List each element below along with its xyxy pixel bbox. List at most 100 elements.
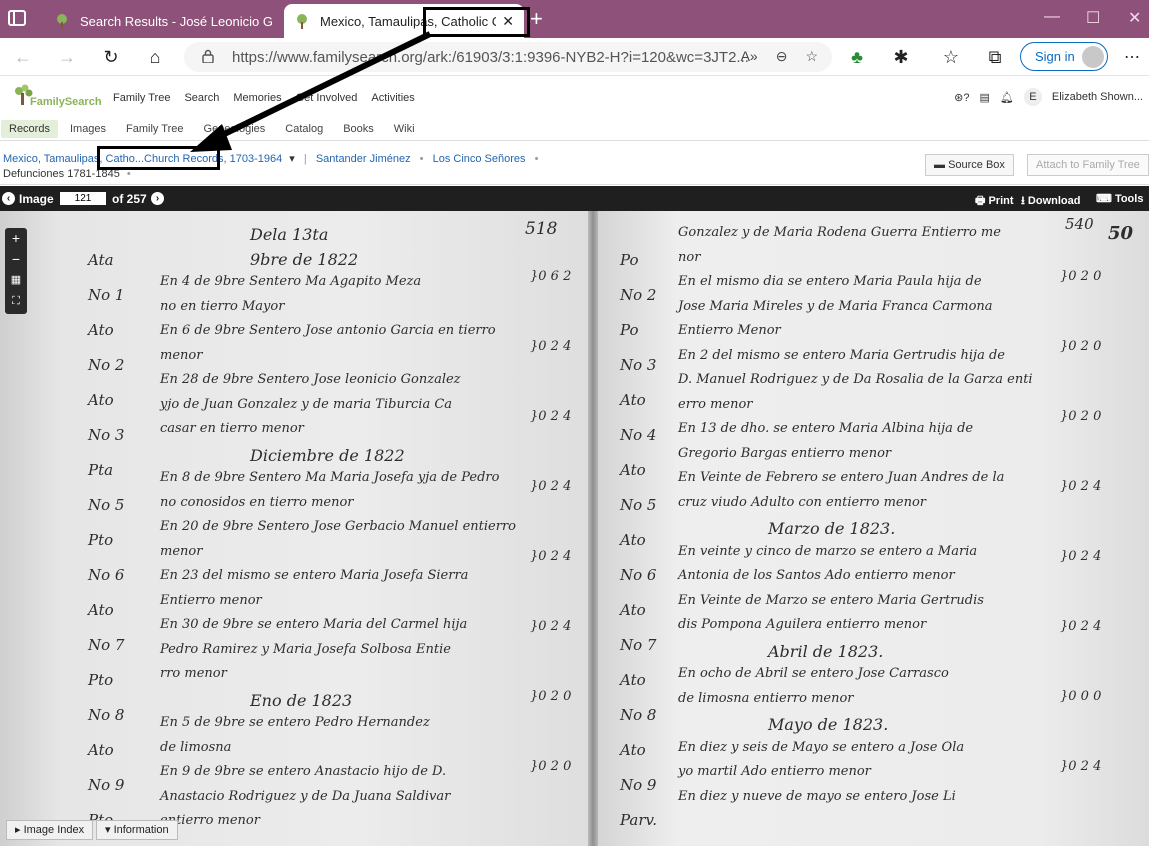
register-margin-label: No 2 — [88, 356, 125, 374]
register-line: En 28 de 9bre Sentero Jose leonicio Gonz… — [160, 372, 461, 387]
register-margin-label: No 9 — [620, 776, 657, 794]
familysearch-extension-icon[interactable]: ♣ — [846, 46, 868, 68]
browser-tab-search-results[interactable]: Search Results - José Leonicio Go — [44, 4, 282, 38]
subtab-family-tree[interactable]: Family Tree — [118, 120, 191, 138]
register-line: Abril de 1823. — [768, 641, 884, 661]
search-subtabs: Records Images Family Tree Genealogies C… — [0, 117, 1149, 141]
user-initial-avatar[interactable]: E — [1023, 88, 1042, 106]
register-line: Dela 13ta — [250, 225, 329, 244]
extensions-puzzle-icon[interactable]: ✱ — [890, 46, 912, 68]
tab-actions-icon[interactable] — [8, 10, 26, 26]
register-line: dis Pompona Aguilera entierro menor — [678, 617, 927, 632]
register-margin-label: Ato — [620, 601, 646, 619]
zoom-controls: + − ▦ ⛶ — [5, 228, 27, 314]
source-box-button[interactable]: ▬ Source Box — [925, 154, 1014, 176]
register-fee-value: }0 0 0 — [1060, 689, 1102, 704]
image-total: of 257 — [112, 192, 147, 206]
home-icon[interactable]: ⌂ — [144, 46, 166, 68]
messages-icon[interactable]: ▤ — [980, 91, 990, 104]
image-index-tab[interactable]: ▸ Image Index — [6, 820, 94, 840]
download-button[interactable]: ⭳ Download — [1021, 192, 1080, 211]
register-line: de limosna entierro menor — [678, 690, 854, 706]
forward-arrow-icon[interactable]: → — [56, 46, 78, 68]
register-line: En 8 de 9bre Sentero Ma Maria Josefa yja… — [160, 470, 500, 485]
document-image-viewer[interactable]: Dela 13ta 9bre de 1822 En 4 de 9bre Senter… — [0, 211, 1149, 846]
information-tab[interactable]: ▾ Information — [96, 820, 178, 840]
register-fee-value: }0 2 0 — [1060, 339, 1102, 354]
attach-label: Attach to Family Tree — [1036, 159, 1140, 171]
subtab-books[interactable]: Books — [335, 120, 382, 138]
image-label: Image — [19, 192, 54, 206]
tools-button[interactable]: ⌨ Tools — [1096, 192, 1143, 205]
notifications-bell-icon[interactable]: 🔔︎ — [1000, 91, 1014, 104]
register-line: En diez y seis de Mayo se entero a Jose … — [678, 739, 965, 755]
register-line: Anastacio Rodriguez y de Da Juana Saldiv… — [160, 788, 451, 804]
register-line: yjo de Juan Gonzalez y de maria Tiburcia… — [160, 396, 453, 412]
register-margin-label: Ato — [88, 321, 114, 339]
register-line: Mayo de 1823. — [768, 715, 889, 734]
download-label: Download — [1027, 195, 1081, 207]
breadcrumb-cinco-senores-link[interactable]: Los Cinco Señores — [433, 153, 526, 165]
register-line: En 9 de 9bre se entero Anastacio hijo de… — [160, 764, 447, 779]
familysearch-tree-icon — [297, 14, 307, 29]
user-name[interactable]: Elizabeth Shown... — [1052, 91, 1143, 103]
help-icon[interactable]: ⊛? — [954, 91, 969, 104]
read-aloud-icon[interactable]: A» — [741, 48, 758, 65]
register-margin-label: Ato — [620, 461, 646, 479]
subtab-genealogies[interactable]: Genealogies — [196, 120, 274, 138]
register-line: menor — [160, 347, 203, 363]
register-line: yo martil Ado entierro menor — [678, 764, 871, 779]
zoom-icon[interactable]: ⊖ — [776, 48, 788, 65]
more-options-icon[interactable]: ⋯ — [1124, 47, 1140, 67]
register-margin-label: No 1 — [88, 286, 125, 304]
familysearch-header: FamilySearch Family Tree Search Memories… — [0, 77, 1149, 117]
minimize-icon[interactable]: — — [1044, 8, 1060, 26]
subtab-wiki[interactable]: Wiki — [386, 120, 423, 138]
register-line: En 20 de 9bre Sentero Jose Gerbacio Manu… — [160, 519, 516, 534]
collections-icon[interactable]: ⧉ — [984, 46, 1006, 68]
previous-image-icon[interactable]: ‹ — [2, 192, 15, 205]
register-margin-label: No 4 — [620, 426, 657, 444]
address-bar[interactable]: https://www.familysearch.org/ark:/61903/… — [184, 42, 832, 72]
breadcrumb-separator: • — [534, 153, 539, 165]
print-label: Print — [988, 195, 1014, 207]
nav-activities[interactable]: Activities — [371, 92, 414, 104]
nav-memories[interactable]: Memories — [233, 92, 281, 104]
image-number-input[interactable] — [60, 192, 106, 205]
register-margin-label: No 8 — [620, 706, 657, 724]
breadcrumb-santander-link[interactable]: Santander Jiménez — [316, 153, 411, 165]
zoom-out-icon[interactable]: − — [5, 249, 27, 270]
maximize-icon[interactable]: ☐ — [1086, 8, 1100, 28]
next-image-icon[interactable]: › — [151, 192, 164, 205]
subtab-images[interactable]: Images — [62, 120, 114, 138]
register-line: En ocho de Abril se entero Jose Carrasco — [678, 666, 949, 681]
register-line: Jose Maria Mireles y de Maria Franca Car… — [678, 298, 993, 314]
fullscreen-icon[interactable]: ⛶ — [5, 291, 27, 312]
register-line: Diciembre de 1822 — [250, 445, 405, 465]
favorites-icon[interactable]: ☆ — [940, 46, 962, 68]
nav-search[interactable]: Search — [184, 92, 219, 104]
nav-family-tree[interactable]: Family Tree — [113, 92, 170, 104]
register-margin-label: No 7 — [620, 636, 657, 654]
refresh-icon[interactable]: ↻ — [100, 46, 122, 68]
breadcrumb-dropdown-icon[interactable]: ▾ — [289, 153, 295, 165]
subtab-records[interactable]: Records — [1, 119, 58, 138]
back-arrow-icon[interactable]: ← — [12, 46, 34, 68]
close-window-icon[interactable]: ✕ — [1128, 8, 1141, 28]
nav-get-involved[interactable]: Get Involved — [296, 92, 358, 104]
subtab-catalog[interactable]: Catalog — [277, 120, 331, 138]
grid-view-icon[interactable]: ▦ — [5, 270, 27, 291]
attach-to-family-tree-button[interactable]: Attach to Family Tree — [1027, 154, 1149, 176]
new-tab-plus-icon[interactable]: + — [530, 6, 543, 32]
register-line: no en tierro Mayor — [160, 298, 285, 314]
register-line: En 4 de 9bre Sentero Ma Agapito Meza — [160, 274, 422, 289]
sign-in-button[interactable]: Sign in — [1020, 42, 1108, 71]
page-number-left: 518 — [525, 219, 558, 239]
zoom-in-icon[interactable]: + — [5, 228, 27, 249]
familysearch-logo[interactable]: FamilySearch — [12, 83, 102, 109]
register-fee-value: }0 2 4 — [530, 479, 572, 494]
print-button[interactable]: 🖶︎ Print — [975, 192, 1014, 211]
register-line: Gonzalez y de Maria Rodena Guerra Entier… — [678, 225, 1001, 240]
register-fee-value: }0 2 4 — [1060, 549, 1102, 564]
favorite-star-icon[interactable]: ☆ — [805, 48, 818, 65]
